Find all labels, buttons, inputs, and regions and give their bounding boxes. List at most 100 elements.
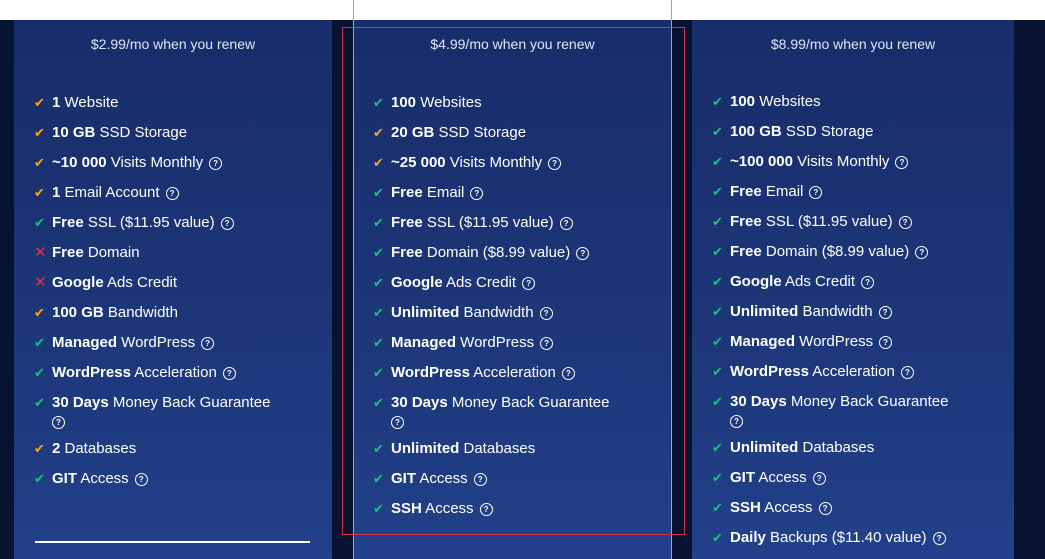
check-icon: ✔ [34, 95, 45, 110]
help-circle-icon[interactable]: ? [201, 337, 215, 350]
feature-item: ✔ Unlimited Databases [712, 438, 1004, 458]
feature-list: ✔ 1 Website ✔ 10 GB SSD Storage ✔ ~10 000 Vis… [34, 93, 322, 499]
feature-text: Money Back Guarantee [447, 394, 610, 411]
help-circle-icon[interactable]: ? [391, 416, 404, 429]
cross-icon: ✕ [34, 274, 47, 291]
feature-highlight: Free [391, 184, 423, 201]
help-circle-icon[interactable]: ? [540, 337, 554, 350]
help-circle-icon[interactable]: ? [470, 187, 484, 200]
help-circle-icon[interactable]: ? [548, 157, 562, 170]
feature-text: Visits Monthly [106, 154, 204, 171]
help-circle-icon[interactable]: ? [878, 306, 892, 319]
feature-highlight: Daily [730, 529, 766, 546]
feature-text: Ads Credit [442, 274, 517, 291]
help-circle-icon[interactable]: ? [812, 472, 826, 485]
feature-item: ✔ 100 GB SSD Storage [712, 122, 1004, 142]
help-circle-icon[interactable]: ? [861, 276, 875, 289]
feature-text: SSD Storage [781, 123, 874, 140]
feature-item: ✔ Unlimited Bandwidth? [712, 302, 1004, 322]
help-circle-icon[interactable]: ? [479, 503, 493, 516]
help-circle-icon[interactable]: ? [473, 473, 487, 486]
feature-item: ✔ 1 Website [34, 93, 322, 113]
feature-item: ✔ WordPress Acceleration? [712, 362, 1004, 382]
help-circle-icon[interactable]: ? [559, 217, 573, 230]
help-circle-icon[interactable]: ? [134, 473, 148, 486]
feature-text: Domain [83, 244, 140, 261]
feature-item: ✔ 100 Websites [712, 92, 1004, 112]
help-circle-icon[interactable]: ? [209, 157, 223, 170]
help-circle-icon[interactable]: ? [220, 217, 234, 230]
help-circle-icon[interactable]: ? [818, 502, 832, 515]
feature-highlight: 100 GB [730, 123, 782, 140]
feature-highlight: 100 GB [52, 304, 104, 321]
check-icon: ✔ [712, 94, 723, 109]
feature-text: Visits Monthly [792, 153, 890, 170]
feature-item: ✔ Managed WordPress? [373, 333, 662, 353]
feature-highlight: 10 GB [52, 124, 96, 141]
check-icon: ✔ [712, 154, 723, 169]
feature-item: ✕ Free Domain [34, 243, 322, 263]
help-circle-icon[interactable]: ? [809, 186, 823, 199]
help-circle-icon[interactable]: ? [539, 307, 553, 320]
feature-item: ✔ 30 Days Money Back Guarantee? [373, 393, 662, 429]
check-icon: ✔ [373, 365, 384, 380]
feature-highlight: Managed [52, 334, 118, 351]
feature-highlight: Google [730, 273, 782, 290]
feature-item: ✔ Free Email? [712, 182, 1004, 202]
help-circle-icon[interactable]: ? [900, 366, 914, 379]
check-icon: ✔ [373, 471, 384, 486]
feature-text: Databases [60, 440, 137, 457]
feature-item: ✔ Managed WordPress? [712, 332, 1004, 352]
help-circle-icon[interactable]: ? [522, 277, 536, 290]
feature-highlight: WordPress [391, 364, 470, 381]
feature-highlight: Free [391, 214, 423, 231]
help-circle-icon[interactable]: ? [895, 156, 909, 169]
help-circle-icon[interactable]: ? [730, 415, 743, 428]
feature-text: Email Account [60, 184, 160, 201]
feature-text: Access [760, 499, 813, 516]
feature-item: ✔ SSH Access? [712, 498, 1004, 518]
feature-item: ✔ Google Ads Credit? [712, 272, 1004, 292]
help-circle-icon[interactable]: ? [561, 367, 575, 380]
feature-highlight: Unlimited [730, 303, 799, 320]
feature-item: ✔ GIT Access? [373, 469, 662, 489]
help-circle-icon[interactable]: ? [879, 336, 893, 349]
feature-highlight: WordPress [730, 363, 809, 380]
feature-highlight: ~100 000 [730, 153, 793, 170]
feature-highlight: 30 Days [52, 394, 109, 411]
feature-item: ✔ Free SSL ($11.95 value)? [34, 213, 322, 233]
help-circle-icon[interactable]: ? [222, 367, 236, 380]
feature-item: ✔ WordPress Acceleration? [373, 363, 662, 383]
feature-text: SSD Storage [95, 124, 188, 141]
feature-item: ✔ ~25 000 Visits Monthly? [373, 153, 662, 173]
feature-text: Acceleration [469, 364, 556, 381]
check-icon: ✔ [712, 184, 723, 199]
help-circle-icon[interactable]: ? [165, 187, 179, 200]
check-icon: ✔ [373, 305, 384, 320]
feature-highlight: Free [730, 183, 762, 200]
card-top-edge [353, 0, 672, 20]
feature-text: WordPress [795, 333, 874, 350]
feature-text: Bandwidth [798, 303, 873, 320]
feature-highlight: 30 Days [730, 393, 787, 410]
feature-text: Domain ($8.99 value) [422, 244, 571, 261]
feature-highlight: Free [52, 214, 84, 231]
feature-text: Websites [416, 94, 482, 111]
feature-item: ✔ 100 Websites [373, 93, 662, 113]
check-icon: ✔ [34, 471, 45, 486]
feature-text: Access [77, 470, 129, 487]
help-circle-icon[interactable]: ? [915, 246, 929, 259]
feature-text: Access [421, 500, 474, 517]
feature-highlight: Free [730, 213, 762, 230]
feature-text: Bandwidth [459, 304, 534, 321]
feature-text: WordPress [117, 334, 196, 351]
help-circle-icon[interactable]: ? [52, 416, 65, 429]
help-circle-icon[interactable]: ? [576, 247, 590, 260]
feature-text: Databases [798, 439, 875, 456]
help-circle-icon[interactable]: ? [932, 532, 946, 545]
feature-item: ✔ Free SSL ($11.95 value)? [373, 213, 662, 233]
feature-text: Email [422, 184, 465, 201]
check-icon: ✔ [712, 244, 723, 259]
help-circle-icon[interactable]: ? [898, 216, 912, 229]
feature-item: ✔ ~100 000 Visits Monthly? [712, 152, 1004, 172]
